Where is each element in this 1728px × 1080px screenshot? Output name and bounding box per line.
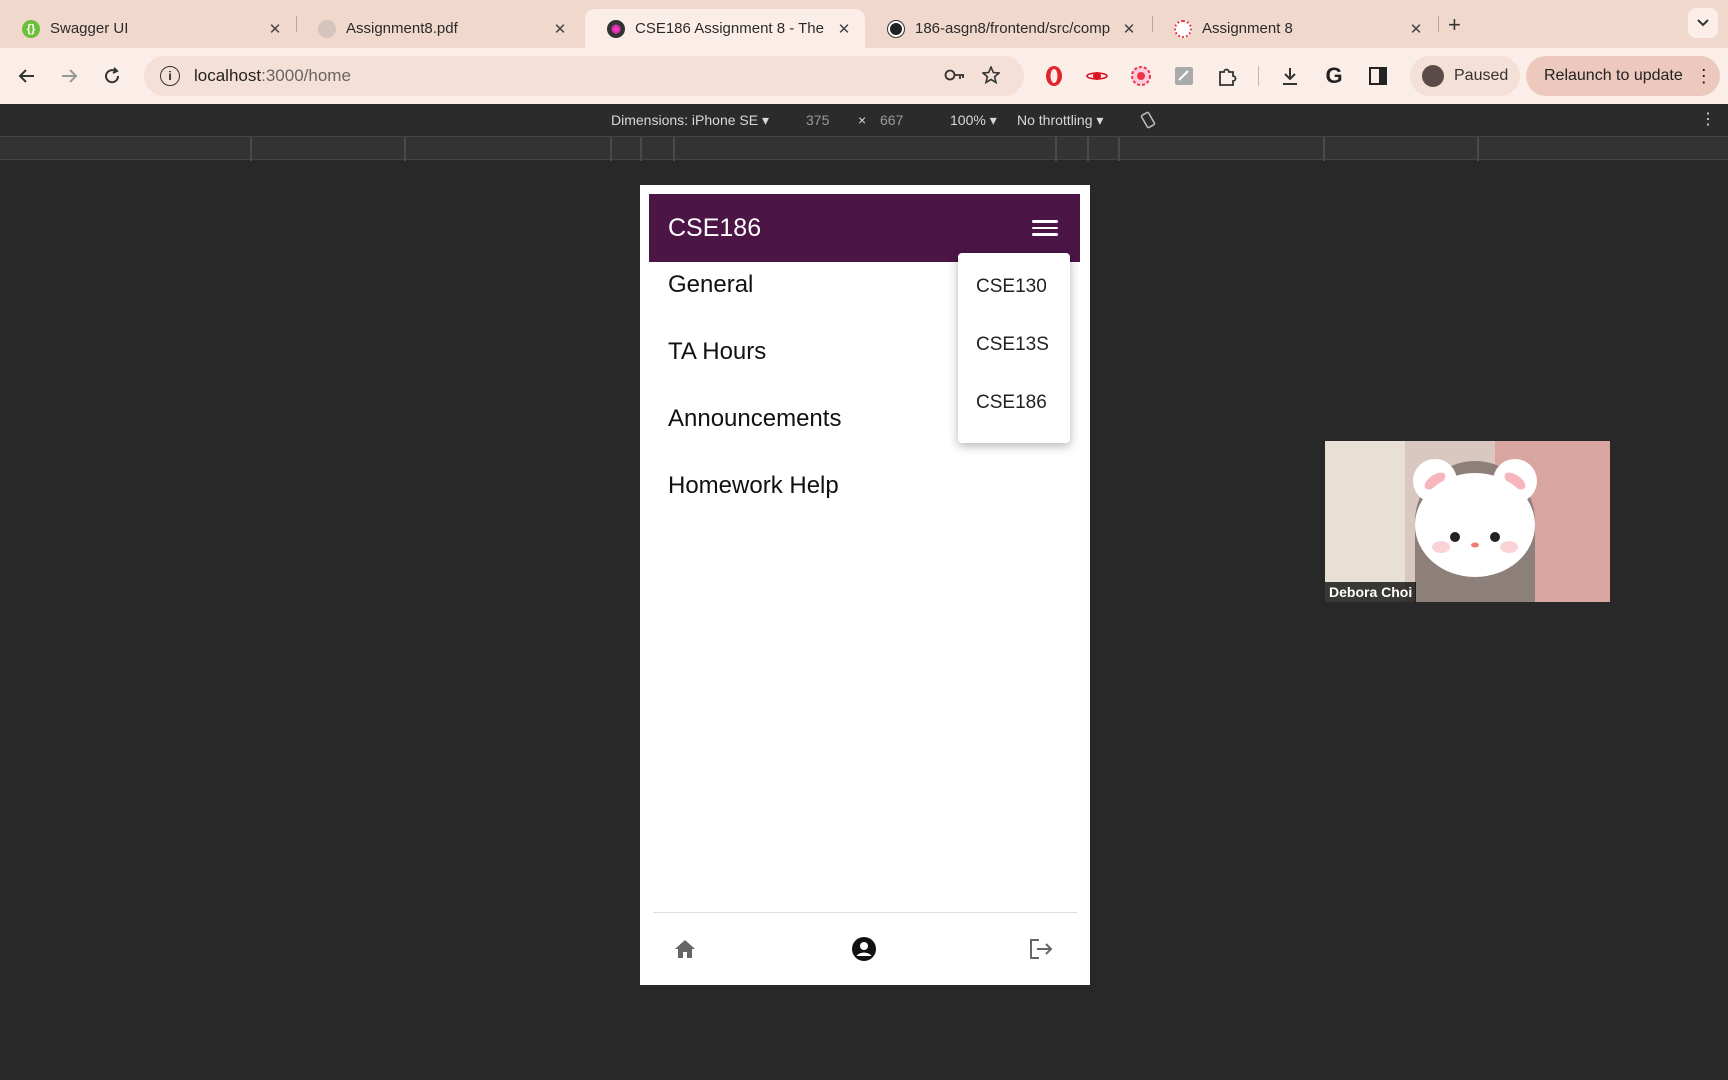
star-icon[interactable] (981, 64, 1001, 89)
ruler-mark (1477, 137, 1479, 161)
tab-separator (1438, 16, 1439, 32)
workspace-option-cse13s[interactable]: CSE13S (958, 329, 1070, 387)
tab-title: Swagger UI (50, 20, 129, 37)
google-icon[interactable]: G (1322, 63, 1346, 88)
browser-toolbar: i localhost:3000/home G Paused Relaunch … (0, 48, 1728, 104)
ruler-mark (640, 137, 642, 161)
bear-sticker-icon (1413, 459, 1537, 577)
new-tab-button[interactable]: + (1448, 12, 1461, 38)
tab-strip: {} Swagger UI ✕ Assignment8.pdf ✕ ◉ CSE1… (0, 0, 1728, 48)
tab-pdf[interactable]: Assignment8.pdf ✕ (296, 9, 581, 48)
channel-ta-hours[interactable]: TA Hours (668, 332, 841, 399)
times-label: × (858, 112, 867, 128)
media-query-ruler (0, 136, 1728, 161)
arrow-right-icon (62, 69, 78, 83)
swagger-icon: {} (22, 19, 40, 38)
avatar (1422, 65, 1444, 87)
key-icon[interactable] (944, 66, 966, 87)
arrow-left-icon (18, 69, 34, 83)
reload-button[interactable] (97, 61, 127, 91)
chevron-down-icon (1697, 19, 1709, 27)
toolbar-divider (1258, 66, 1259, 86)
ruler-mark (1118, 137, 1120, 161)
ruler-mark (404, 137, 406, 161)
url-path: :3000/home (261, 66, 351, 85)
devtools-menu-icon[interactable]: ⋮ (1700, 109, 1716, 129)
logout-icon[interactable] (1025, 933, 1057, 965)
app-icon: ◉ (607, 19, 625, 38)
video-background (1325, 441, 1405, 602)
puzzle-icon[interactable] (1215, 64, 1239, 88)
device-toolbar: Dimensions: iPhone SE ▾ 375 × 667 100% ▾… (0, 104, 1728, 136)
side-panel-icon[interactable] (1366, 64, 1390, 88)
canvas-icon (1174, 19, 1192, 38)
url-host: localhost (194, 66, 262, 85)
opera-icon[interactable] (1042, 64, 1066, 88)
profile-button[interactable]: Paused (1410, 56, 1520, 96)
throttling-select[interactable]: No throttling ▾ (1017, 112, 1103, 129)
close-icon[interactable]: ✕ (1407, 20, 1425, 38)
close-icon[interactable]: ✕ (551, 20, 569, 38)
forward-button[interactable] (54, 61, 84, 91)
workspace-title: CSE186 (668, 213, 762, 242)
ruler-mark (1055, 137, 1057, 161)
back-button[interactable] (12, 61, 42, 91)
bottom-navigation (640, 913, 1090, 985)
ruler-mark (250, 137, 252, 161)
height-input[interactable]: 667 (880, 112, 903, 128)
tab-swagger[interactable]: {} Swagger UI ✕ (0, 9, 296, 48)
account-icon[interactable] (848, 933, 880, 965)
ruler-mark (610, 137, 612, 161)
tab-title: 186-asgn8/frontend/src/comp (915, 20, 1111, 37)
ruler-mark (673, 137, 675, 161)
close-icon[interactable]: ✕ (1120, 20, 1138, 38)
workspace-option-cse130[interactable]: CSE130 (958, 271, 1070, 329)
close-icon[interactable]: ✕ (835, 20, 853, 38)
relaunch-button[interactable]: Relaunch to update ⋮ (1526, 56, 1720, 96)
address-bar[interactable]: i localhost:3000/home (144, 56, 1024, 96)
saturn-extension-icon[interactable] (1085, 64, 1109, 88)
notes-extension-icon[interactable] (1172, 64, 1196, 88)
relaunch-label: Relaunch to update (1544, 67, 1683, 84)
width-input[interactable]: 375 (806, 112, 829, 128)
tab-cse186[interactable]: ◉ CSE186 Assignment 8 - The ✕ (585, 9, 865, 48)
site-info-icon[interactable]: i (160, 66, 180, 86)
tab-assignment[interactable]: Assignment 8 ✕ (1152, 9, 1437, 48)
ruler-mark (1323, 137, 1325, 161)
workspace-option-cse186[interactable]: CSE186 (958, 387, 1070, 445)
tab-title: Assignment8.pdf (346, 20, 458, 37)
extension-badge-icon[interactable] (1129, 64, 1153, 88)
close-icon[interactable]: ✕ (266, 20, 284, 38)
participant-name: Debora Choi (1325, 582, 1417, 602)
device-viewport: CSE186 General TA Hours Announcements Ho… (640, 185, 1090, 985)
video-call-tile: Debora Choi (1325, 441, 1610, 602)
pdf-icon (318, 19, 336, 38)
github-icon (887, 19, 905, 38)
profile-status: Paused (1454, 67, 1509, 84)
rotate-icon[interactable] (1138, 110, 1158, 133)
dimensions-select[interactable]: Dimensions: iPhone SE ▾ (611, 112, 769, 129)
download-icon[interactable] (1278, 64, 1302, 88)
kebab-menu-icon: ⋮ (1694, 65, 1713, 86)
channel-homework-help[interactable]: Homework Help (668, 466, 841, 533)
channel-announcements[interactable]: Announcements (668, 399, 841, 466)
channel-list: General TA Hours Announcements Homework … (668, 265, 841, 533)
tab-title: Assignment 8 (1202, 20, 1293, 37)
reload-icon (105, 67, 120, 84)
ruler-mark (1087, 137, 1089, 161)
workspace-menu: CSE130 CSE13S CSE186 (958, 253, 1070, 443)
tab-title: CSE186 Assignment 8 - The (635, 20, 824, 37)
channel-general[interactable]: General (668, 265, 841, 332)
tab-github[interactable]: 186-asgn8/frontend/src/comp ✕ (865, 9, 1150, 48)
home-icon[interactable] (669, 933, 701, 965)
tab-search-button[interactable] (1688, 8, 1718, 38)
app-bar: CSE186 (649, 194, 1080, 262)
hamburger-menu-icon[interactable] (1032, 216, 1058, 240)
zoom-select[interactable]: 100% ▾ (950, 112, 997, 129)
